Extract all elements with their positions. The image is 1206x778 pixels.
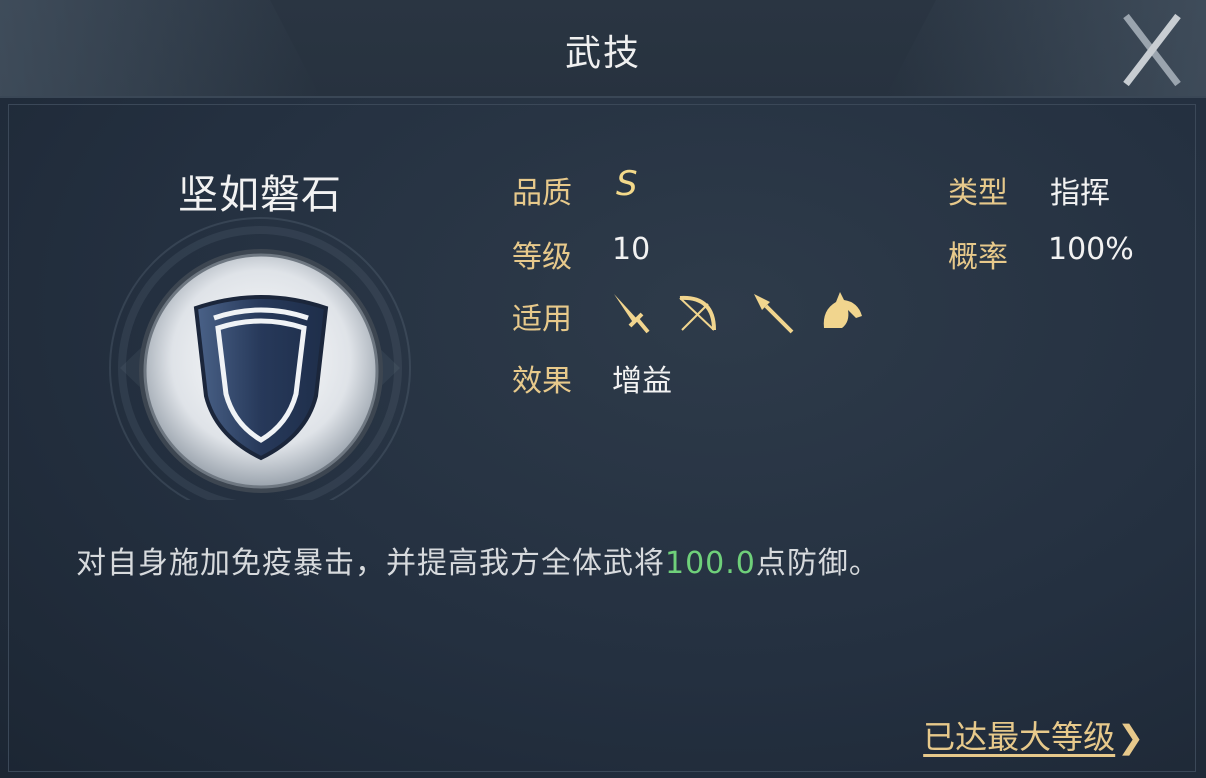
effect-value: 增益 (612, 364, 672, 399)
type-value: 指挥 (1050, 176, 1110, 211)
description-text-end: 点防御。 (755, 546, 880, 581)
type-label: 类型 (948, 176, 1008, 211)
chance-value: 100% (1048, 232, 1134, 267)
max-level-label: 已达最大等级 (923, 718, 1116, 756)
bow-icon (679, 295, 716, 331)
applies-label: 适用 (512, 302, 572, 337)
shield-icon (139, 249, 383, 493)
spear-icon (754, 294, 794, 334)
description-highlight-value: 100.0 (665, 546, 756, 581)
level-value: 10 (612, 232, 651, 267)
page-title: 武技 (564, 33, 641, 74)
skill-emblem (100, 200, 460, 500)
chevron-right-icon: ❯ (1117, 718, 1144, 756)
quality-label: 品质 (512, 176, 572, 211)
skill-description: 对自身施加免疫暴击，并提高我方全体武将100.0点防御。 (76, 538, 880, 582)
logo-x-icon (1123, 13, 1181, 87)
level-label: 等级 (512, 240, 572, 275)
effect-label: 效果 (512, 364, 572, 399)
max-level-link[interactable]: 已达最大等级❯ (923, 712, 1144, 758)
quality-value: S (616, 164, 638, 204)
header-bar: 武技 (0, 0, 1206, 98)
chance-label: 概率 (948, 240, 1008, 275)
description-text: 对自身施加免疫暴击，并提高我方全体武将 (76, 546, 665, 581)
horse-icon (823, 292, 862, 328)
sword-icon (614, 294, 650, 334)
game-logo (1056, 12, 1184, 88)
